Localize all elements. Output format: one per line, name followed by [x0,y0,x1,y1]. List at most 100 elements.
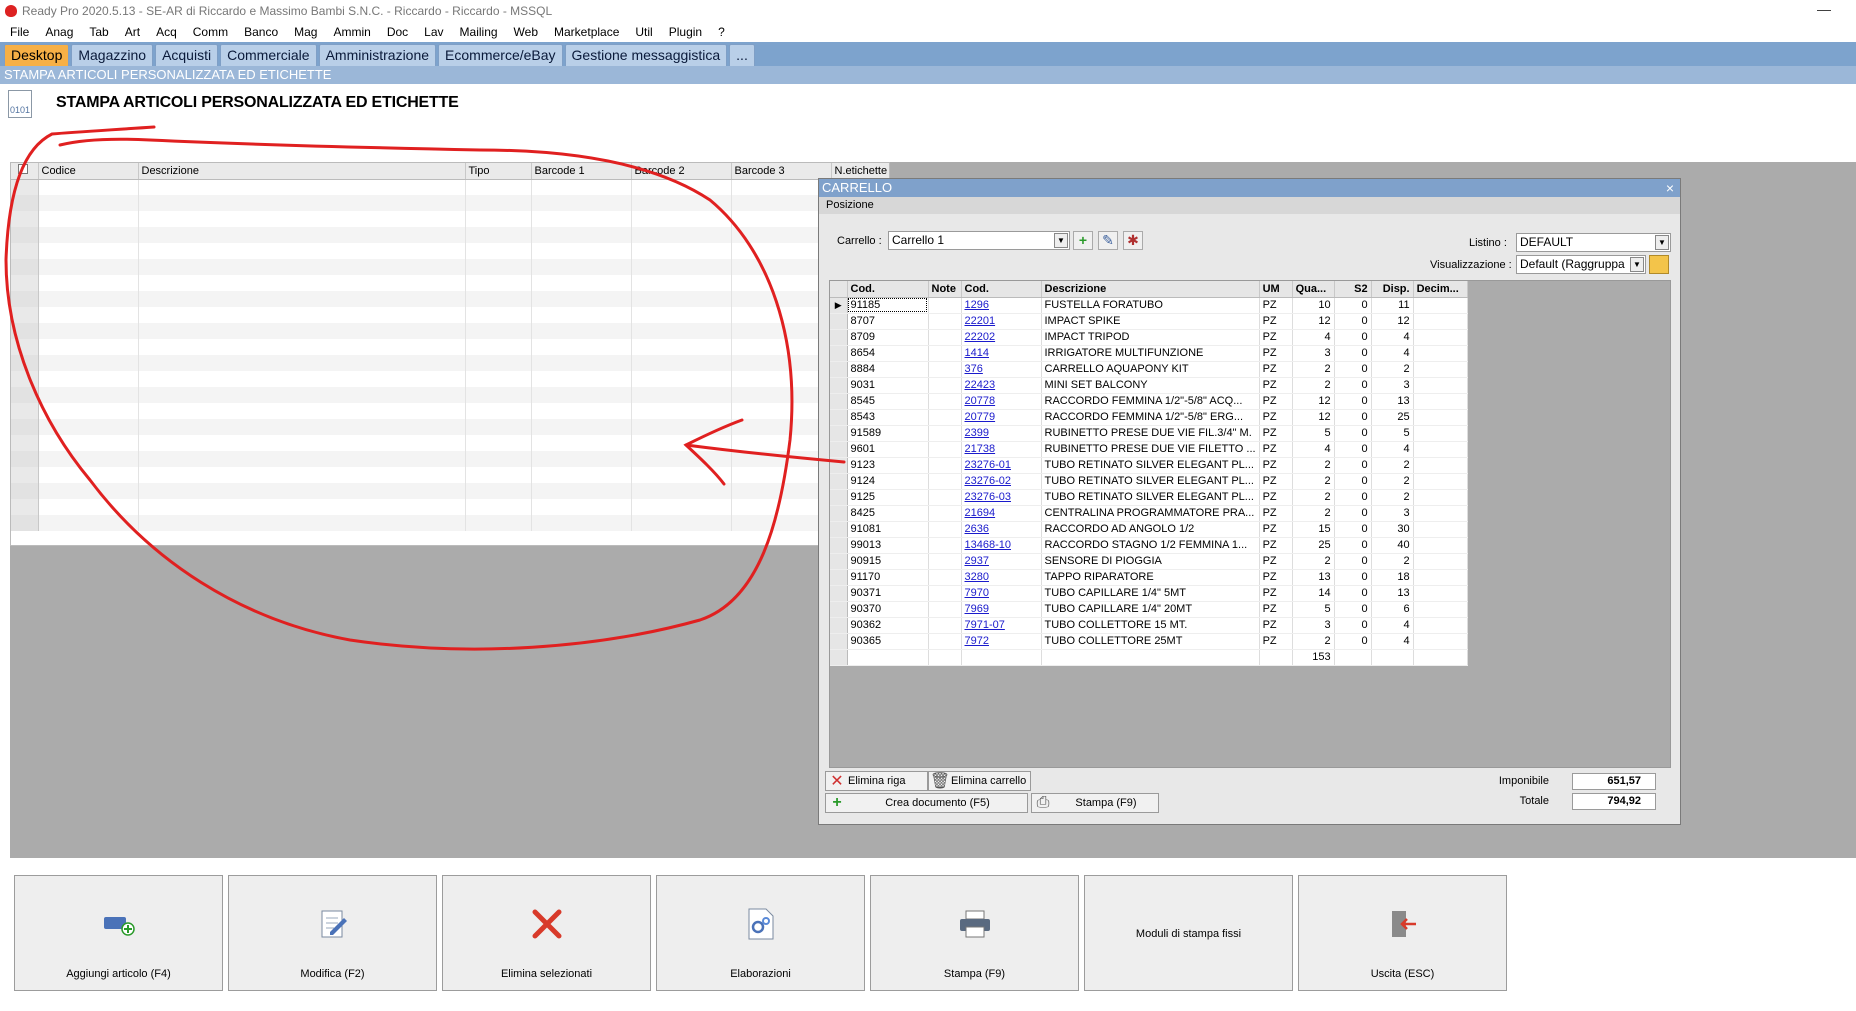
cod-link[interactable]: 2937 [961,553,1042,570]
menu-item-web[interactable]: Web [514,25,538,39]
row-indicator[interactable] [830,585,848,602]
table-cell[interactable] [465,403,532,419]
table-cell[interactable] [38,355,139,371]
row-indicator[interactable] [830,521,848,538]
table-cell[interactable] [465,419,532,435]
table-cell[interactable] [465,307,532,323]
table-cell[interactable] [38,467,139,483]
table-cell[interactable] [138,419,466,435]
row-selector[interactable] [11,515,39,531]
row-indicator[interactable] [830,553,848,570]
table-cell[interactable] [138,275,466,291]
carrello-grid[interactable]: Cod. Note Cod. Descrizione UM Qua... S2 … [829,280,1671,768]
table-row[interactable]: 8425 21694 CENTRALINA PROGRAMMATORE PRA...… [830,505,1468,522]
table-row[interactable] [11,355,889,371]
close-icon[interactable]: × [1666,179,1674,197]
column-header[interactable]: N.etichette [831,163,889,180]
row-indicator[interactable] [830,617,848,634]
row-selector[interactable] [11,291,39,307]
table-cell[interactable] [531,339,632,355]
table-cell[interactable] [38,211,139,227]
row-selector[interactable] [11,259,39,275]
menu-item-marketplace[interactable]: Marketplace [554,25,619,39]
table-cell[interactable] [531,419,632,435]
table-cell[interactable] [465,275,532,291]
table-cell[interactable] [38,403,139,419]
table-cell[interactable] [631,275,732,291]
table-cell[interactable] [631,227,732,243]
menu-item-anag[interactable]: Anag [45,25,73,39]
column-header[interactable]: S2 [1334,281,1372,298]
table-cell[interactable] [731,467,832,483]
cod-link[interactable]: 23276-02 [961,473,1042,490]
table-cell[interactable] [138,435,466,451]
table-cell[interactable] [531,515,632,531]
table-row[interactable] [11,515,889,531]
table-row[interactable] [11,259,889,275]
row-indicator[interactable] [830,441,848,458]
table-row[interactable] [11,339,889,355]
cod-link[interactable]: 22423 [961,377,1042,394]
table-cell[interactable] [465,323,532,339]
table-cell[interactable] [138,259,466,275]
table-cell[interactable] [38,243,139,259]
menu-item-banco[interactable]: Banco [244,25,278,39]
table-row[interactable] [11,227,889,243]
row-indicator[interactable] [830,361,848,378]
table-row[interactable]: 8543 20779 RACCORDO FEMMINA 1/2"-5/8" ERG.… [830,409,1468,426]
menu-item-mailing[interactable]: Mailing [460,25,498,39]
column-header[interactable]: Cod. [961,281,1042,298]
table-row[interactable] [11,435,889,451]
table-cell[interactable] [631,355,732,371]
table-cell[interactable] [731,339,832,355]
cod-link[interactable]: 1296 [961,297,1042,314]
cod-link[interactable]: 376 [961,361,1042,378]
row-selector[interactable] [11,387,39,403]
table-row[interactable] [11,179,889,195]
column-header[interactable]: Codice [38,163,139,180]
table-cell[interactable] [631,195,732,211]
table-row[interactable] [11,243,889,259]
table-cell[interactable] [531,195,632,211]
table-cell[interactable] [731,371,832,387]
column-header[interactable]: Barcode 2 [631,163,732,180]
cod-link[interactable]: 20779 [961,409,1042,426]
table-cell[interactable] [38,227,139,243]
carrello-select[interactable]: Carrello 1 ▼ [888,231,1070,250]
cod-link[interactable]: 23276-03 [961,489,1042,506]
table-cell[interactable] [138,243,466,259]
select-all-checkbox[interactable] [18,164,28,175]
table-row[interactable] [11,483,889,499]
table-row[interactable]: 90362 7971-07 TUBO COLLETTORE 15 MT. PZ 3 0 4 [830,617,1468,634]
row-indicator[interactable] [830,457,848,474]
menu-item-file[interactable]: File [10,25,29,39]
table-cell[interactable] [731,499,832,515]
cod-link[interactable]: 2399 [961,425,1042,442]
table-row[interactable]: 91589 2399 RUBINETTO PRESE DUE VIE FIL.3/4… [830,425,1468,442]
menu-item-plugin[interactable]: Plugin [669,25,702,39]
elimina-carrello-button[interactable]: 🗑 Elimina carrello [928,771,1031,791]
menu-item-doc[interactable]: Doc [387,25,408,39]
tab-amministrazione[interactable]: Amministrazione [318,44,437,66]
row-indicator[interactable] [830,409,848,426]
table-cell[interactable] [465,371,532,387]
table-cell[interactable] [465,339,532,355]
table-cell[interactable] [38,515,139,531]
row-selector[interactable] [11,227,39,243]
tab-ecommerceebay[interactable]: Ecommerce/eBay [438,44,563,66]
row-indicator[interactable] [830,601,848,618]
table-cell[interactable] [731,403,832,419]
table-cell[interactable] [38,259,139,275]
visualizzazione-select[interactable]: Default (Raggruppa ▼ [1516,255,1646,274]
table-row[interactable] [11,451,889,467]
table-cell[interactable] [631,435,732,451]
table-cell[interactable] [631,211,732,227]
tab-commerciale[interactable]: Commerciale [220,44,317,66]
elimina-selezionati-button[interactable]: Elimina selezionati [442,875,651,991]
table-cell[interactable] [138,483,466,499]
table-cell[interactable] [531,307,632,323]
row-selector[interactable] [11,211,39,227]
cod-link[interactable]: 20778 [961,393,1042,410]
menu-item-ammin[interactable]: Ammin [333,25,370,39]
cod-link[interactable]: 2636 [961,521,1042,538]
